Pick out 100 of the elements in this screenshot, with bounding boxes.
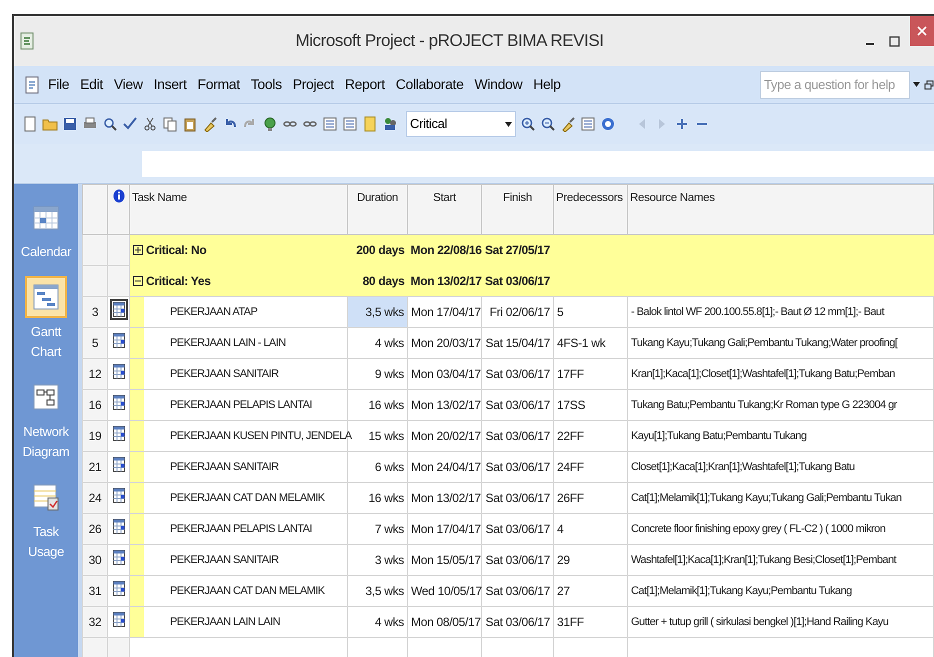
table-cell: Sat 03/06/17 bbox=[482, 266, 554, 296]
spelling-icon[interactable] bbox=[122, 116, 138, 132]
group-band bbox=[130, 607, 144, 637]
filter-dropdown[interactable]: Critical bbox=[406, 111, 516, 137]
row-number: 21 bbox=[82, 452, 108, 482]
table-cell: Cat[1];Melamik[1];Tukang Kayu;Tukang Gali;Pembantu Tukan bbox=[628, 482, 934, 514]
zoom-in-icon[interactable] bbox=[520, 116, 536, 132]
list-icon[interactable] bbox=[322, 116, 338, 132]
table-cell: Fri 02/06/17 bbox=[482, 296, 554, 328]
zoom-out-icon[interactable] bbox=[540, 116, 556, 132]
table-cell: Tukang Kayu;Tukang Gali;Pembantu Tukang;Water proofing[ bbox=[628, 328, 934, 358]
menu-item[interactable]: Report bbox=[344, 74, 385, 95]
table-cell: Mon 13/02/17 bbox=[408, 266, 482, 296]
table-cell: Tukang Batu;Pembantu Tukang;Kr Roman type G 223004 gr bbox=[628, 390, 934, 420]
task-name: PEKERJAAN SANITAIR bbox=[170, 552, 278, 568]
menu-item[interactable]: Insert bbox=[154, 74, 187, 95]
table-cell[interactable]: 3,5 wks bbox=[348, 576, 408, 606]
table-cell: Gutter + tutup grill ( sirkulasi bengkel )[1];Hand Railing Kayu bbox=[628, 606, 934, 638]
menu-item[interactable]: Collaborate bbox=[396, 74, 464, 95]
table-cell: 80 days bbox=[348, 266, 408, 296]
restore-icon[interactable] bbox=[924, 80, 934, 90]
menu-item[interactable]: Format bbox=[198, 74, 240, 95]
table-cell: Kran[1];Kaca[1];Closet[1];Washtafel[1];Tukang Batu;Pemban bbox=[628, 358, 934, 390]
help-search-field[interactable]: Type a question for help bbox=[760, 70, 910, 98]
table-cell[interactable]: 9 wks bbox=[348, 358, 408, 390]
table-cell: Kayu[1];Tukang Batu;Pembantu Tukang bbox=[628, 420, 934, 452]
row-number: 32 bbox=[82, 606, 108, 638]
group-band bbox=[130, 452, 144, 482]
table-cell[interactable]: 3,5 wks bbox=[348, 296, 408, 328]
task-name: PEKERJAAN LAIN - LAIN bbox=[170, 336, 286, 351]
table-cell: 5 bbox=[554, 296, 628, 328]
group-band bbox=[130, 545, 144, 575]
table-cell: 26FF bbox=[554, 482, 628, 514]
note-icon[interactable] bbox=[362, 116, 378, 132]
table-cell: 29 bbox=[554, 544, 628, 576]
group-band bbox=[130, 421, 144, 451]
task-name: PEKERJAAN PELAPIS LANTAI bbox=[170, 398, 312, 413]
copy-icon[interactable] bbox=[162, 116, 178, 132]
table-cell: Sat 03/06/17 bbox=[482, 390, 554, 420]
table-cell: Sat 03/06/17 bbox=[482, 358, 554, 390]
table-cell: Sat 03/06/17 bbox=[482, 514, 554, 544]
table-cell: Sat 03/06/17 bbox=[482, 452, 554, 482]
task-name: PEKERJAAN ATAP bbox=[170, 304, 258, 320]
table-cell: 17FF bbox=[554, 358, 628, 390]
expand-icon[interactable] bbox=[133, 245, 143, 256]
table-cell[interactable]: 3 wks bbox=[348, 544, 408, 576]
group-band bbox=[130, 328, 144, 358]
table-cell[interactable]: 4 wks bbox=[348, 606, 408, 638]
new-file-icon[interactable] bbox=[22, 116, 38, 132]
table-cell[interactable]: 16 wks bbox=[348, 482, 408, 514]
table-cell: Sat 03/06/17 bbox=[482, 482, 554, 514]
group-label: Critical: No bbox=[146, 242, 206, 260]
maximize-icon[interactable] bbox=[889, 36, 900, 46]
dropdown-arrow-icon[interactable] bbox=[505, 122, 512, 126]
row-number: 24 bbox=[82, 482, 108, 514]
close-button[interactable] bbox=[910, 16, 934, 46]
menu-item[interactable]: View bbox=[114, 74, 143, 95]
table-cell: 17SS bbox=[554, 390, 628, 420]
menu-item[interactable]: File bbox=[48, 74, 70, 95]
menu-item[interactable]: Project bbox=[292, 74, 334, 95]
close-icon[interactable] bbox=[917, 26, 927, 36]
menu-item[interactable]: Window bbox=[474, 74, 522, 95]
table-cell[interactable]: 4 wks bbox=[348, 328, 408, 358]
task-name: PEKERJAAN CAT DAN MELAMIK bbox=[170, 490, 325, 506]
task-name: PEKERJAAN SANITAIR bbox=[170, 366, 278, 382]
table-cell[interactable]: 16 wks bbox=[348, 390, 408, 420]
info-icon bbox=[112, 189, 124, 203]
table-cell[interactable]: 7 wks bbox=[348, 514, 408, 544]
group-band bbox=[130, 514, 144, 544]
menu-item[interactable]: Help bbox=[533, 74, 561, 95]
task-name: PEKERJAAN SANITAIR bbox=[170, 460, 278, 475]
list-icon[interactable] bbox=[342, 116, 358, 132]
table-cell: Sat 27/05/17 bbox=[482, 234, 554, 266]
menu-item[interactable]: Edit bbox=[80, 74, 103, 95]
table-cell: - Balok lintol WF 200.100.55.8[1];- Baut Ø 12 mm[1];- Baut bbox=[628, 296, 934, 328]
menu-item[interactable]: Tools bbox=[250, 74, 282, 95]
group-band bbox=[130, 483, 144, 513]
column-header[interactable]: Resource Names bbox=[628, 184, 934, 234]
entry-field[interactable] bbox=[142, 150, 934, 176]
print-preview-icon[interactable] bbox=[102, 116, 118, 132]
table-cell: Mon 17/04/17 bbox=[408, 514, 482, 544]
table-cell[interactable]: 6 wks bbox=[348, 452, 408, 482]
plus-icon[interactable] bbox=[674, 116, 690, 132]
collapse-icon[interactable] bbox=[133, 276, 143, 286]
list-icon[interactable] bbox=[580, 116, 596, 132]
save-icon[interactable] bbox=[62, 116, 78, 132]
window-title: Microsoft Project - pROJECT BIMA REVISI bbox=[294, 30, 605, 52]
group-band bbox=[130, 576, 144, 606]
column-header[interactable]: Task Name bbox=[130, 184, 348, 234]
format-painter-icon[interactable] bbox=[202, 116, 218, 132]
row-number: 16 bbox=[82, 390, 108, 420]
task-name: PEKERJAAN LAIN LAIN bbox=[170, 614, 280, 630]
document-icon[interactable] bbox=[24, 76, 40, 94]
paste-icon[interactable] bbox=[182, 116, 198, 132]
table-cell: Sat 03/06/17 bbox=[482, 420, 554, 452]
cut-icon[interactable] bbox=[142, 116, 158, 132]
people-icon[interactable] bbox=[382, 116, 398, 132]
dropdown-arrow-icon[interactable] bbox=[913, 82, 920, 87]
table-cell: 31FF bbox=[554, 606, 628, 638]
format-painter-icon[interactable] bbox=[560, 116, 576, 132]
